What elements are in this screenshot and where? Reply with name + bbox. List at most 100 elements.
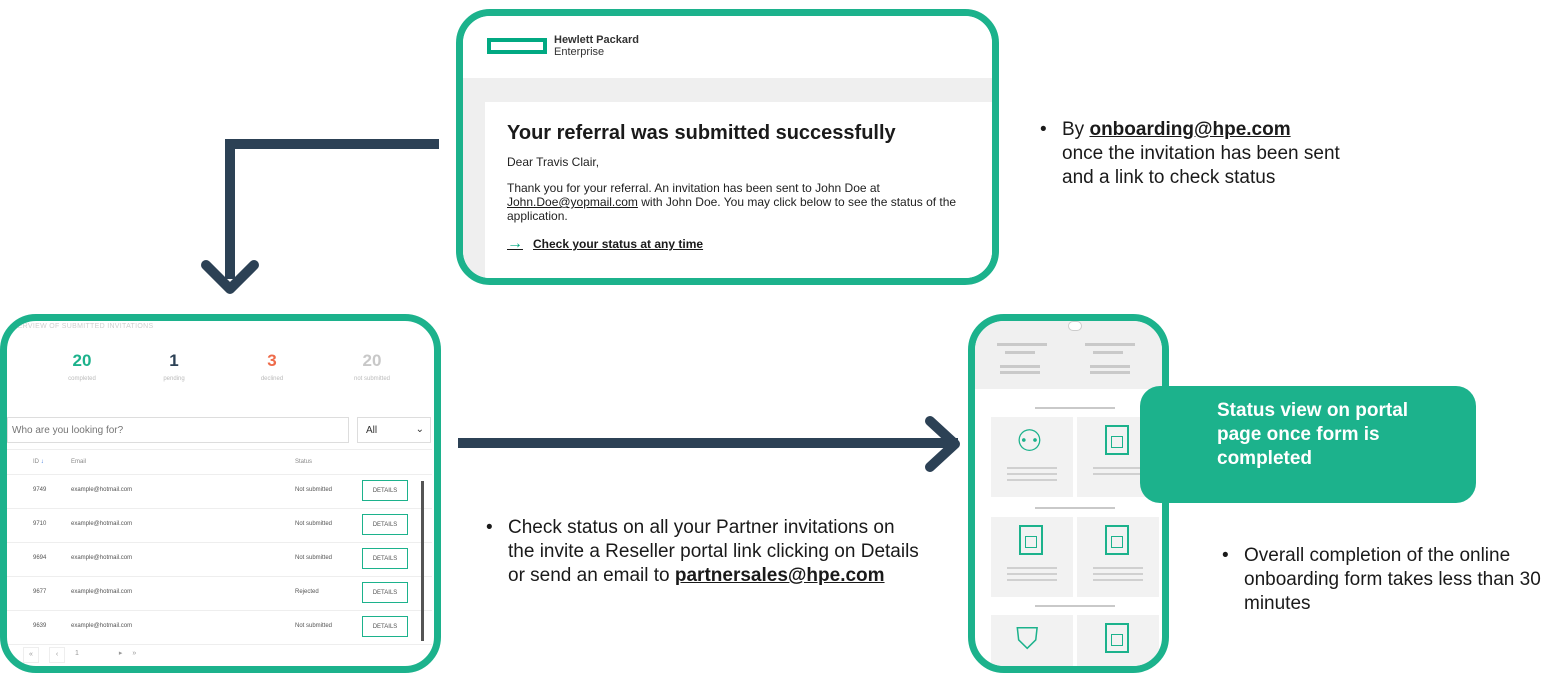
bullet-onboarding-text: By onboarding@hpe.com once the invitation…	[1040, 118, 1370, 190]
document-check-icon	[1105, 623, 1129, 653]
connector-horizontal-2	[458, 438, 958, 448]
check-status-label: Check your status at any time	[533, 237, 704, 251]
connector-vertical	[225, 139, 235, 279]
search-input[interactable]	[7, 417, 349, 443]
email-body: Your referral was submitted successfully…	[463, 78, 992, 278]
pagination: « ‹ 1 ▸ »	[23, 647, 136, 663]
search-row: All ⌄	[7, 417, 432, 445]
row-email: example@hotmail.com	[71, 487, 133, 493]
column-status: Status	[295, 459, 313, 465]
email-title: Your referral was submitted successfully	[507, 122, 896, 144]
tile-user[interactable]: ⚇	[991, 417, 1073, 497]
arrow-down-icon	[201, 260, 259, 294]
row-email: example@hotmail.com	[71, 623, 133, 629]
bullet-dot-icon: •	[1040, 119, 1047, 140]
details-button[interactable]: DETAILS	[362, 480, 408, 501]
email-confirmation-card: Hewlett Packard Enterprise Your referral…	[456, 9, 999, 285]
row-id: 9677	[33, 589, 47, 595]
bullet-onboarding-email: • By onboarding@hpe.com once the invitati…	[1040, 118, 1370, 190]
stat-label: not submitted	[353, 376, 391, 382]
tile-clipboard[interactable]	[991, 517, 1073, 597]
bullet-dot-icon: •	[1222, 545, 1229, 566]
bullet-check-status: • Check status on all your Partner invit…	[486, 516, 926, 588]
stat-not-submitted: 20 not submitted	[327, 351, 417, 382]
bullet-prefix: By	[1062, 119, 1085, 140]
onboarding-email-link[interactable]: onboarding@hpe.com	[1089, 119, 1290, 140]
row-status: Rejected	[295, 589, 319, 595]
status-view-badge: Status view on portal page once form is …	[1140, 386, 1476, 503]
check-status-link[interactable]: → Check your status at any time	[507, 235, 992, 253]
phone-header	[975, 321, 1162, 389]
bullet-onboarding-desc: once the invitation has been sent and a …	[1062, 143, 1340, 188]
bullet-dot-icon: •	[486, 517, 493, 538]
message-text-1: Thank you for your referral. An invitati…	[507, 181, 880, 195]
tile-document-2[interactable]	[1077, 517, 1159, 597]
row-id: 9694	[33, 555, 47, 561]
stat-declined: 3 declined	[227, 351, 317, 382]
invitations-dashboard-card: OVERVIEW OF SUBMITTED INVITATIONS 20 com…	[0, 314, 441, 673]
email-content: Your referral was submitted successfully…	[485, 102, 992, 278]
partnersales-email-link[interactable]: partnersales@hpe.com	[675, 565, 885, 586]
stat-value: 20	[72, 351, 92, 370]
details-button[interactable]: DETAILS	[362, 548, 408, 569]
last-page-icon[interactable]: »	[132, 647, 136, 661]
bullet-completion-text: Overall completion of the online onboard…	[1244, 545, 1541, 614]
bullet-completion-time: • Overall completion of the online onboa…	[1222, 544, 1552, 616]
row-status: Not submitted	[295, 623, 333, 629]
stat-label: pending	[163, 376, 185, 382]
details-button[interactable]: DETAILS	[362, 582, 408, 603]
row-email: example@hotmail.com	[71, 521, 133, 527]
status-filter-select[interactable]: All ⌄	[357, 417, 431, 443]
current-page: 1	[75, 650, 79, 657]
stat-label: completed	[68, 376, 96, 382]
email-message: Thank you for your referral. An invitati…	[507, 181, 977, 223]
table-scrollbar[interactable]	[421, 481, 424, 641]
invitations-table: ID ↓ Email Status 9749 example@hotmail.c…	[7, 449, 432, 645]
first-page-icon[interactable]: «	[23, 647, 39, 663]
column-id-label: ID	[33, 459, 39, 465]
arrow-right-icon	[925, 416, 960, 472]
row-status: Not submitted	[295, 555, 333, 561]
table-row: 9639 example@hotmail.com Not submitted D…	[7, 611, 432, 645]
logo-line2: Enterprise	[554, 46, 605, 58]
stat-completed: 20 completed	[37, 351, 127, 382]
dashboard-caption: OVERVIEW OF SUBMITTED INVITATIONS	[7, 323, 154, 330]
table-row: 9677 example@hotmail.com Rejected DETAIL…	[7, 577, 432, 611]
tile-shield[interactable]: ⛉	[991, 615, 1073, 666]
arrow-right-icon: →	[507, 235, 523, 252]
sort-down-icon: ↓	[40, 459, 44, 465]
stat-value: 20	[362, 351, 382, 370]
table-row: 9749 example@hotmail.com Not submitted D…	[7, 475, 432, 509]
tile-document-3[interactable]	[1077, 615, 1159, 666]
row-id: 9639	[33, 623, 47, 629]
portal-status-phone-card: ⚇ ⛉	[968, 314, 1169, 673]
row-email: example@hotmail.com	[71, 555, 133, 561]
status-view-text: Status view on portal page once form is …	[1217, 400, 1409, 469]
phone-notch-icon	[1068, 321, 1082, 331]
stat-label: declined	[260, 376, 284, 382]
document-check-icon	[1105, 425, 1129, 455]
row-status: Not submitted	[295, 521, 333, 527]
hpe-logo-icon	[487, 38, 547, 54]
row-email: example@hotmail.com	[71, 589, 133, 595]
row-status: Not submitted	[295, 487, 333, 493]
next-page-icon[interactable]: ▸	[119, 647, 123, 661]
prev-page-icon[interactable]: ‹	[49, 647, 65, 663]
clipboard-check-icon	[1019, 525, 1043, 555]
column-id[interactable]: ID ↓	[33, 459, 44, 465]
hpe-logo: Hewlett Packard Enterprise	[554, 34, 639, 58]
email-header: Hewlett Packard Enterprise	[463, 16, 992, 79]
row-id: 9749	[33, 487, 47, 493]
table-row: 9694 example@hotmail.com Not submitted D…	[7, 543, 432, 577]
stat-pending: 1 pending	[129, 351, 219, 382]
filter-value: All	[366, 425, 378, 436]
details-button[interactable]: DETAILS	[362, 616, 408, 637]
invitee-email-link[interactable]: John.Doe@yopmail.com	[507, 195, 638, 209]
details-button[interactable]: DETAILS	[362, 514, 408, 535]
table-header: ID ↓ Email Status	[7, 449, 432, 475]
shield-check-icon: ⛉	[1016, 623, 1039, 656]
document-check-icon	[1105, 525, 1129, 555]
bullet-check-status-text: Check status on all your Partner invitat…	[486, 516, 926, 588]
stat-value: 1	[169, 351, 179, 370]
column-email: Email	[71, 459, 87, 465]
